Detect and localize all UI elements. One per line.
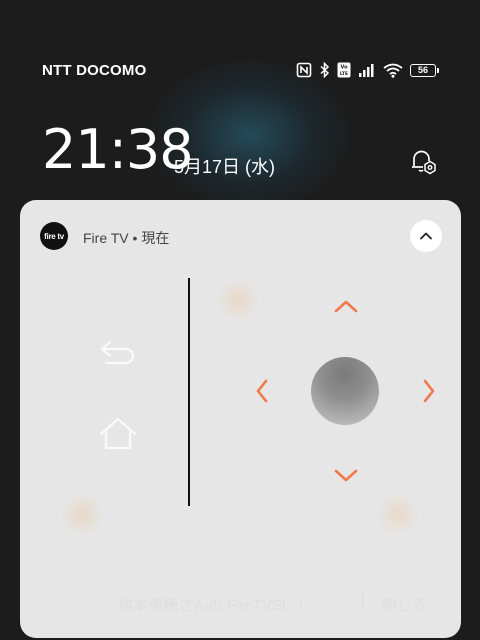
cell-signal-icon xyxy=(358,63,376,77)
firetv-app-icon: fire tv xyxy=(40,222,68,250)
wifi-icon xyxy=(383,63,403,78)
battery-icon: 56 xyxy=(410,63,439,77)
firetv-notification-card[interactable]: fire tv Fire TV • 現在 橋本美穂さんの FireTVSt...… xyxy=(20,200,461,638)
svg-text:Vo: Vo xyxy=(340,65,348,71)
dpad-right-button[interactable] xyxy=(416,373,442,409)
dpad-down-icon xyxy=(334,469,358,482)
lockscreen-date: 5月17日 (水) xyxy=(174,157,276,177)
alarm-settings-icon[interactable] xyxy=(408,146,438,176)
home-button[interactable] xyxy=(96,414,140,454)
dpad-right-icon xyxy=(423,379,435,403)
faint-glow-dot xyxy=(60,492,104,536)
dpad-up-button[interactable] xyxy=(328,293,364,319)
status-icons: Vo LTE 56 xyxy=(296,61,439,79)
notification-bottom-bar: 橋本美穂さんの FireTVSt...! 閉じる xyxy=(20,586,461,626)
home-icon xyxy=(99,417,137,450)
chevron-up-icon xyxy=(420,232,432,240)
back-button[interactable] xyxy=(94,332,142,372)
ok-button[interactable] xyxy=(311,357,379,425)
dpad-down-button[interactable] xyxy=(328,463,364,489)
status-bar: NTT DOCOMO Vo LTE 56 xyxy=(0,0,480,100)
collapse-button[interactable] xyxy=(410,220,442,252)
dpad-left-button[interactable] xyxy=(249,373,275,409)
divider-line xyxy=(188,278,190,506)
notification-app-title: Fire TV • 現在 xyxy=(83,230,170,246)
dpad-left-icon xyxy=(256,379,268,403)
faint-glow-dot xyxy=(216,278,260,322)
lockscreen-clock: 21:38 xyxy=(42,118,194,181)
carrier-name: NTT DOCOMO xyxy=(42,62,147,79)
nfc-icon xyxy=(296,62,312,78)
dpad-up-icon xyxy=(334,300,358,313)
bluetooth-icon xyxy=(319,62,330,78)
svg-text:LTE: LTE xyxy=(340,71,348,77)
volte-icon: Vo LTE xyxy=(337,62,351,78)
device-name-text: 橋本美穂さんの FireTVSt...! xyxy=(118,597,304,614)
bottom-separator xyxy=(362,590,363,612)
close-button[interactable]: 閉じる xyxy=(382,594,427,615)
back-icon xyxy=(100,340,135,365)
notification-header: fire tv Fire TV • 現在 xyxy=(20,200,461,270)
faint-glow-dot xyxy=(376,492,420,536)
